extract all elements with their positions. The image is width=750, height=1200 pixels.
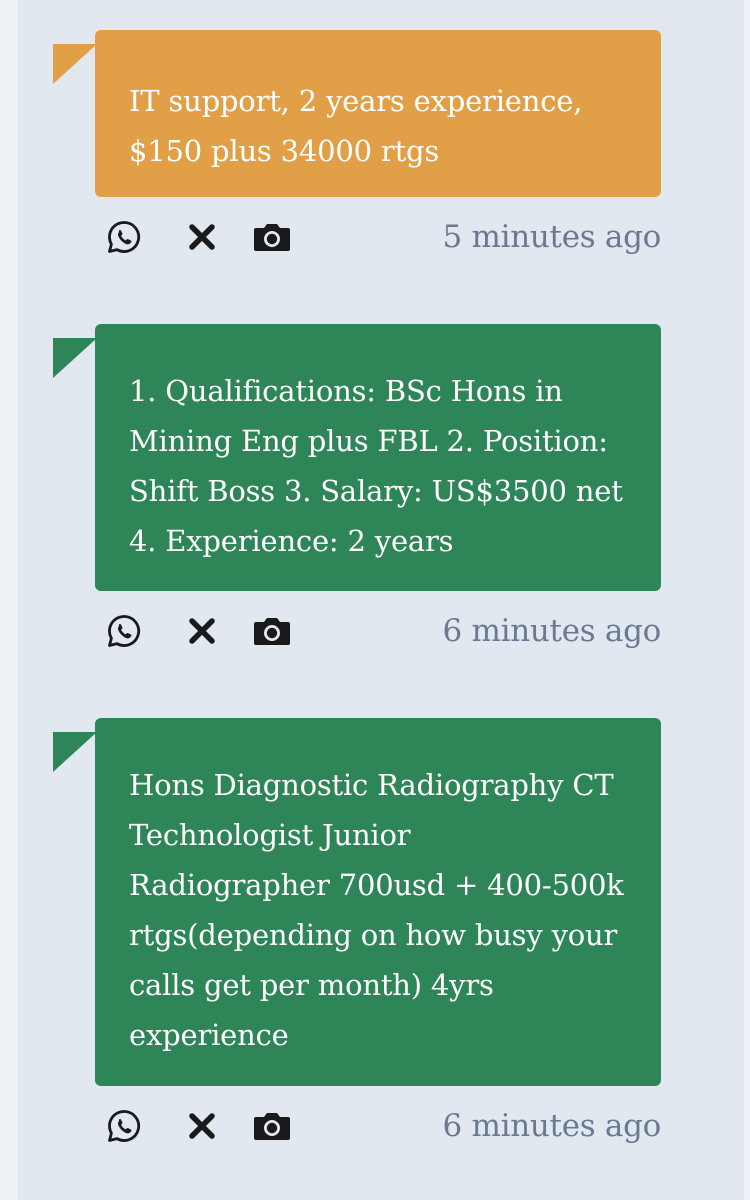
post-actions-bar: 6 minutes ago [104, 601, 661, 657]
bubble-tail [53, 44, 97, 84]
post-card: Hons Diagnostic Radiography CT Technolog… [0, 718, 750, 1152]
post-card: IT support, 2 years experience, $150 plu… [0, 30, 750, 263]
message-text: Hons Diagnostic Radiography CT Technolog… [129, 768, 624, 1052]
message-bubble[interactable]: Hons Diagnostic Radiography CT Technolog… [95, 718, 661, 1086]
timestamp: 6 minutes ago [442, 1108, 662, 1144]
close-icon [187, 222, 217, 252]
whatsapp-icon [106, 613, 142, 649]
close-icon [187, 616, 217, 646]
close-icon [187, 1111, 217, 1141]
feed-page: IT support, 2 years experience, $150 plu… [0, 0, 750, 1200]
post-card: 1. Qualifications: BSc Hons in Mining En… [0, 324, 750, 657]
whatsapp-share-button[interactable] [104, 611, 144, 651]
whatsapp-share-button[interactable] [104, 217, 144, 257]
whatsapp-icon [106, 219, 142, 255]
bubble-tail [53, 338, 97, 378]
dismiss-button[interactable] [182, 611, 222, 651]
whatsapp-icon [106, 1108, 142, 1144]
dismiss-button[interactable] [182, 1106, 222, 1146]
screenshot-button[interactable] [252, 217, 292, 257]
screenshot-button[interactable] [252, 611, 292, 651]
message-text: IT support, 2 years experience, $150 plu… [129, 84, 583, 168]
bubble-tail [53, 732, 97, 772]
timestamp: 6 minutes ago [442, 613, 662, 649]
message-bubble[interactable]: IT support, 2 years experience, $150 plu… [95, 30, 661, 197]
post-actions-bar: 6 minutes ago [104, 1096, 661, 1152]
message-text: 1. Qualifications: BSc Hons in Mining En… [129, 374, 623, 558]
message-bubble-wrapper: IT support, 2 years experience, $150 plu… [53, 30, 661, 197]
camera-icon [252, 220, 292, 254]
message-bubble-wrapper: 1. Qualifications: BSc Hons in Mining En… [53, 324, 661, 591]
message-bubble[interactable]: 1. Qualifications: BSc Hons in Mining En… [95, 324, 661, 591]
camera-icon [252, 614, 292, 648]
whatsapp-share-button[interactable] [104, 1106, 144, 1146]
dismiss-button[interactable] [182, 217, 222, 257]
screenshot-button[interactable] [252, 1106, 292, 1146]
post-actions-bar: 5 minutes ago [104, 207, 661, 263]
timestamp: 5 minutes ago [442, 219, 662, 255]
message-bubble-wrapper: Hons Diagnostic Radiography CT Technolog… [53, 718, 661, 1086]
camera-icon [252, 1109, 292, 1143]
